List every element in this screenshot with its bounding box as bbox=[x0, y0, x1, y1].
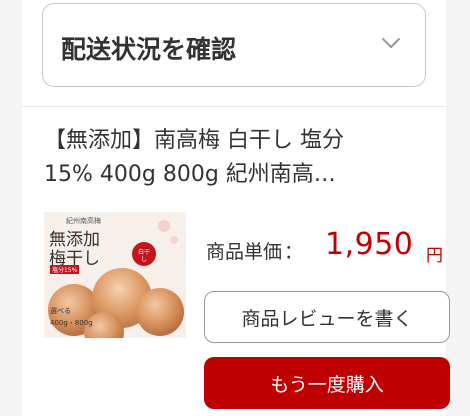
buy-again-button[interactable]: もう一度購入 bbox=[204, 357, 450, 409]
shipping-status-toggle[interactable]: 配送状況を確認 bbox=[42, 3, 426, 87]
chevron-down-icon bbox=[382, 38, 400, 48]
order-item-card: 配送状況を確認 【無添加】南高梅 白干し 塩分 15% 400g 800g 紀州… bbox=[22, 0, 450, 416]
unit-price-label-text: 商品単価 bbox=[206, 241, 283, 263]
unit-price-value: 1,950 bbox=[325, 227, 414, 262]
image-caption-seal: 白干し bbox=[137, 249, 150, 263]
shipping-status-label: 配送状況を確認 bbox=[61, 35, 237, 64]
image-caption-weights: 400g・800g bbox=[50, 319, 93, 327]
buy-again-label: もう一度購入 bbox=[270, 373, 384, 396]
product-title-line2: 15% 400g 800g 紀州南高… bbox=[44, 162, 336, 187]
product-title[interactable]: 【無添加】南高梅 白干し 塩分 15% 400g 800g 紀州南高… bbox=[44, 124, 426, 192]
unit-price-colon: ： bbox=[284, 241, 304, 263]
product-title-line1: 【無添加】南高梅 白干し 塩分 bbox=[44, 128, 344, 153]
write-review-label: 商品レビューを書く bbox=[241, 307, 413, 330]
write-review-button[interactable]: 商品レビューを書く bbox=[204, 291, 450, 343]
divider bbox=[22, 106, 446, 107]
image-caption-choose: 選べる bbox=[50, 307, 71, 315]
image-caption-badge: 塩分15% bbox=[50, 265, 80, 274]
product-image[interactable]: 紀州南高梅 無添加 梅干し 塩分15% 白干し 選べる 400g・800g bbox=[44, 212, 186, 338]
unit-price-currency: 円 bbox=[426, 246, 443, 266]
unit-price-label: 商品単価： bbox=[206, 237, 303, 264]
